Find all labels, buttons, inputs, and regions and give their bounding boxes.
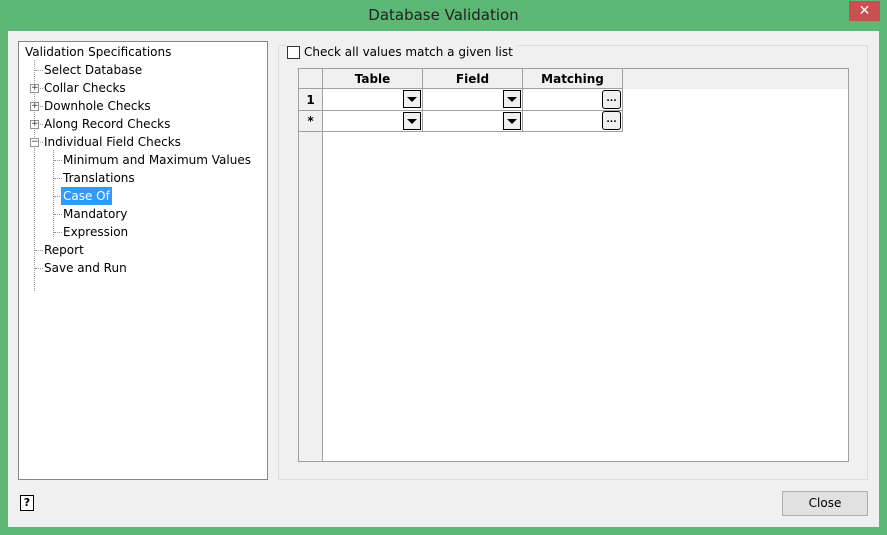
- tree-item-save-and-run[interactable]: Save and Run: [44, 259, 127, 277]
- tree-item-case-of[interactable]: Case Of: [61, 187, 112, 205]
- tree-item-downhole-checks[interactable]: Downhole Checks: [44, 97, 151, 115]
- tree-item-mandatory[interactable]: Mandatory: [63, 205, 127, 223]
- checkbox-label: Check all values match a given list: [304, 45, 513, 59]
- expand-icon[interactable]: +: [30, 120, 39, 129]
- column-header-field[interactable]: Field: [423, 69, 523, 89]
- validation-tree[interactable]: Validation Specifications Select Databas…: [18, 41, 268, 480]
- expand-icon[interactable]: +: [30, 84, 39, 93]
- row-header[interactable]: *: [299, 111, 323, 132]
- table-cell[interactable]: [323, 111, 423, 132]
- ellipsis-button[interactable]: ...: [602, 90, 621, 109]
- column-header-matching-values[interactable]: Matching values: [523, 69, 623, 106]
- tree-item-min-max-values[interactable]: Minimum and Maximum Values: [63, 151, 251, 169]
- dropdown-arrow-icon[interactable]: [503, 112, 521, 130]
- tree-item-collar-checks[interactable]: Collar Checks: [44, 79, 126, 97]
- ellipsis-button[interactable]: ...: [602, 111, 621, 130]
- tree-root[interactable]: Validation Specifications: [25, 43, 171, 61]
- dropdown-arrow-icon[interactable]: [403, 112, 421, 130]
- window-close-button[interactable]: ✕: [849, 1, 880, 21]
- collapse-icon[interactable]: −: [30, 138, 39, 147]
- grid-corner: [299, 69, 323, 89]
- field-cell[interactable]: [423, 89, 523, 111]
- matching-values-cell[interactable]: ...: [523, 111, 623, 132]
- expand-icon[interactable]: +: [30, 102, 39, 111]
- checkbox-box[interactable]: [287, 45, 300, 59]
- matching-values-grid[interactable]: Table Field Matching values 1 * ... ...: [298, 68, 849, 462]
- check-all-values-checkbox[interactable]: Check all values match a given list: [287, 45, 517, 59]
- dropdown-arrow-icon[interactable]: [503, 90, 521, 108]
- tree-item-report[interactable]: Report: [44, 241, 84, 259]
- row-header[interactable]: 1: [299, 89, 323, 111]
- table-cell[interactable]: [323, 89, 423, 111]
- help-icon[interactable]: ?: [20, 495, 34, 511]
- matching-values-cell[interactable]: ...: [523, 89, 623, 111]
- tree-item-expression[interactable]: Expression: [63, 223, 128, 241]
- field-cell[interactable]: [423, 111, 523, 132]
- column-header-table[interactable]: Table: [323, 69, 423, 89]
- dropdown-arrow-icon[interactable]: [403, 90, 421, 108]
- dialog-body: Validation Specifications Select Databas…: [8, 31, 879, 527]
- header-filler: [623, 69, 848, 89]
- window-title: Database Validation: [368, 6, 519, 24]
- tree-item-translations[interactable]: Translations: [63, 169, 135, 187]
- tree-item-individual-field-checks[interactable]: Individual Field Checks: [44, 133, 181, 151]
- close-button[interactable]: Close: [782, 491, 868, 516]
- tree-item-along-record-checks[interactable]: Along Record Checks: [44, 115, 170, 133]
- tree-item-select-database[interactable]: Select Database: [44, 61, 142, 79]
